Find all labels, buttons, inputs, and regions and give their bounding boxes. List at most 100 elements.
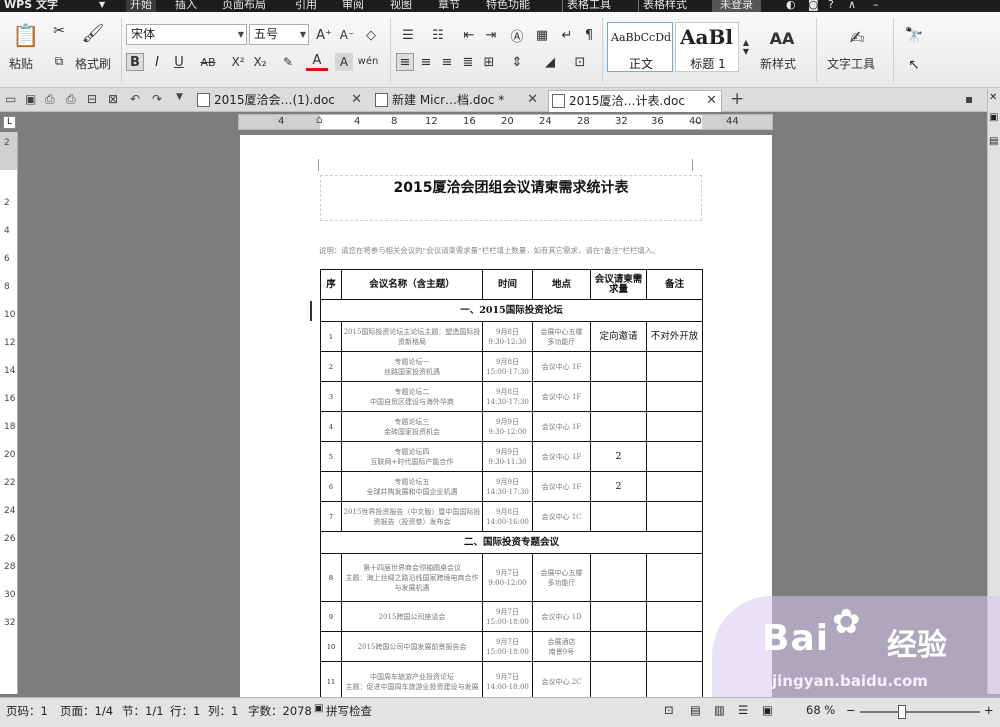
cell-remark[interactable] (646, 471, 703, 502)
cell-time[interactable]: 9月9日 9:30-11:30 (482, 441, 533, 472)
underline-icon[interactable]: U (168, 53, 190, 71)
undo-icon[interactable]: ↶ (130, 92, 140, 106)
zoom-slider-thumb[interactable] (898, 705, 906, 719)
cell-request-qty[interactable]: 2 (590, 471, 647, 502)
menu-tab-layout[interactable]: 页面布局 (222, 0, 266, 12)
tab-stop-selector[interactable]: L (3, 116, 16, 129)
cell-time[interactable]: 9月9日 14:30-17:30 (482, 471, 533, 502)
close-icon[interactable]: ✕ (706, 91, 717, 111)
char-shading-icon[interactable]: A (335, 53, 353, 71)
minimize-icon[interactable]: – (873, 0, 879, 12)
borders-icon[interactable]: ⊡ (568, 53, 592, 71)
menu-tab-section[interactable]: 章节 (438, 0, 460, 12)
cell-seq[interactable]: 2 (320, 351, 342, 382)
decrease-indent-icon[interactable]: ⇤ (460, 26, 478, 44)
tab-list-icon[interactable]: ▪ (965, 92, 973, 106)
lock-icon[interactable]: ◙ (808, 0, 819, 12)
line-spacing-icon[interactable]: ⇕ (505, 53, 529, 71)
paste-button[interactable]: 粘贴 (9, 55, 33, 72)
print-preview-icon[interactable]: ⊟ (87, 92, 97, 106)
menu-tab-features[interactable]: 特色功能 (486, 0, 530, 12)
redo-icon[interactable]: ↷ (152, 92, 162, 106)
new-style-button[interactable]: 新样式 (760, 55, 796, 72)
spell-check-icon[interactable]: ▣ (314, 703, 323, 714)
vertical-ruler[interactable]: 2 2 4 6 8 10 12 14 16 18 20 22 24 26 28 … (0, 132, 18, 694)
cell-place[interactable]: 会展中心五楼 多功能厅 (532, 553, 591, 602)
close-icon[interactable]: ✕ (351, 90, 362, 110)
cell-time[interactable]: 9月7日 14:00-18:00 (482, 661, 533, 702)
paste-icon[interactable]: 📋 (12, 22, 40, 50)
cell-place[interactable]: 会展酒店 南景9号 (532, 631, 591, 662)
sort-icon[interactable]: ¶ (580, 26, 598, 44)
style-scroll-icon[interactable]: ▲ ▼ (741, 22, 751, 72)
cell-time[interactable]: 9月7日 15:00-18:00 (482, 601, 533, 632)
cell-meeting-name[interactable]: 第十四届世界商会领袖圆桌会议 主题：海上丝绸之路沿线国家跨境电商合作与发展机遇 (341, 553, 483, 602)
cell-request-qty[interactable] (590, 631, 647, 662)
menu-tab-insert[interactable]: 插入 (175, 0, 197, 12)
cell-request-qty[interactable] (590, 351, 647, 382)
cell-seq[interactable]: 7 (320, 501, 342, 532)
align-left-icon[interactable]: ≡ (396, 53, 414, 71)
zoom-out-icon[interactable]: − (846, 703, 856, 717)
view-read-icon[interactable]: ▣ (762, 703, 773, 717)
cell-seq[interactable]: 5 (320, 441, 342, 472)
new-tab-icon[interactable]: + (730, 89, 744, 109)
cell-place[interactable]: 会议中心 1F (532, 381, 591, 412)
menu-tab-view[interactable]: 视图 (390, 0, 412, 12)
chevron-down-icon[interactable]: ▼ (176, 92, 183, 102)
subscript-icon[interactable]: X₂ (251, 53, 269, 71)
numbered-list-icon[interactable]: ☷ (426, 26, 450, 44)
cell-time[interactable]: 9月7日 9:00-12:00 (482, 553, 533, 602)
format-painter-icon[interactable]: 🖌 (80, 20, 106, 46)
cell-seq[interactable]: 3 (320, 381, 342, 412)
app-menu-button[interactable]: WPS 文字 (4, 0, 58, 12)
cell-request-qty[interactable] (590, 501, 647, 532)
cell-request-qty[interactable] (590, 553, 647, 602)
cell-place[interactable]: 会展中心五楼 多功能厅 (532, 321, 591, 352)
font-color-icon[interactable]: A (306, 53, 328, 71)
cell-request-qty[interactable]: 定向邀请 (590, 321, 647, 352)
text-tools-icon[interactable]: ✍ (843, 24, 871, 52)
find-icon[interactable]: 🔭 (903, 24, 925, 46)
cell-remark[interactable] (646, 631, 703, 662)
cell-request-qty[interactable] (590, 381, 647, 412)
open-folder-icon[interactable]: ▭ (5, 92, 16, 106)
menu-tab-table-tools[interactable]: 表格工具 (562, 0, 611, 12)
align-right-icon[interactable]: ≡ (438, 53, 456, 71)
view-full-icon[interactable]: ⊡ (664, 703, 674, 717)
cell-meeting-name[interactable]: 2015跨国公司中国发展前景报告会 (341, 631, 483, 662)
align-center-icon[interactable]: ≡ (417, 53, 435, 71)
view-web-icon[interactable]: ▥ (714, 703, 725, 717)
cell-meeting-name[interactable]: 2015世界投资报告（中文版）暨中国国际投资报告（投资卷）发布会 (341, 501, 483, 532)
bullet-list-icon[interactable]: ☰ (396, 26, 420, 44)
cell-time[interactable]: 9月8日 15:00-17:30 (482, 351, 533, 382)
cell-meeting-name[interactable]: 2015国际投资论坛主论坛主题：塑造国际投资新格局 (341, 321, 483, 352)
tab-document-3-active[interactable]: 2015厦洽…计表.doc ✕ (548, 90, 722, 112)
cell-meeting-name[interactable]: 专题论坛三 金砖国家投资机会 (341, 411, 483, 442)
cell-remark[interactable] (646, 601, 703, 632)
cell-place[interactable]: 会议中心 1D (532, 601, 591, 632)
zoom-slider[interactable] (860, 711, 980, 713)
cell-request-qty[interactable] (590, 411, 647, 442)
shrink-font-icon[interactable]: A⁻ (338, 26, 356, 44)
cell-meeting-name[interactable]: 专题论坛二 中国自贸区建设与海外华商 (341, 381, 483, 412)
cell-time[interactable]: 9月8日 14:00-16:00 (482, 501, 533, 532)
cell-place[interactable]: 会议中心 2C (532, 661, 591, 702)
cell-remark[interactable]: 不对外开放 (646, 321, 703, 352)
view-page-icon[interactable]: ▤ (690, 703, 701, 717)
cell-request-qty[interactable] (590, 601, 647, 632)
cell-time[interactable]: 9月8日 9:30-12:30 (482, 321, 533, 352)
document-page[interactable]: 2015厦洽会团组会议请柬需求统计表 说明：请您在将参与相关会议的“会议请柬需求… (240, 135, 772, 702)
close-panel-icon[interactable]: ✕ (989, 92, 997, 103)
close-icon[interactable]: ✕ (527, 90, 538, 110)
save-icon[interactable]: ▣ (25, 92, 36, 106)
cell-seq[interactable]: 10 (320, 631, 342, 662)
cell-time[interactable]: 9月7日 15:00-18:00 (482, 631, 533, 662)
cell-remark[interactable] (646, 661, 703, 702)
highlight-icon[interactable]: ✎ (277, 53, 299, 71)
cell-seq[interactable]: 4 (320, 411, 342, 442)
cut-icon[interactable]: ✂ (50, 22, 68, 40)
cell-time[interactable]: 9月9日 9:30-12:00 (482, 411, 533, 442)
cell-remark[interactable] (646, 351, 703, 382)
cell-meeting-name[interactable]: 专题论坛四 互联网+时代国际产能合作 (341, 441, 483, 472)
